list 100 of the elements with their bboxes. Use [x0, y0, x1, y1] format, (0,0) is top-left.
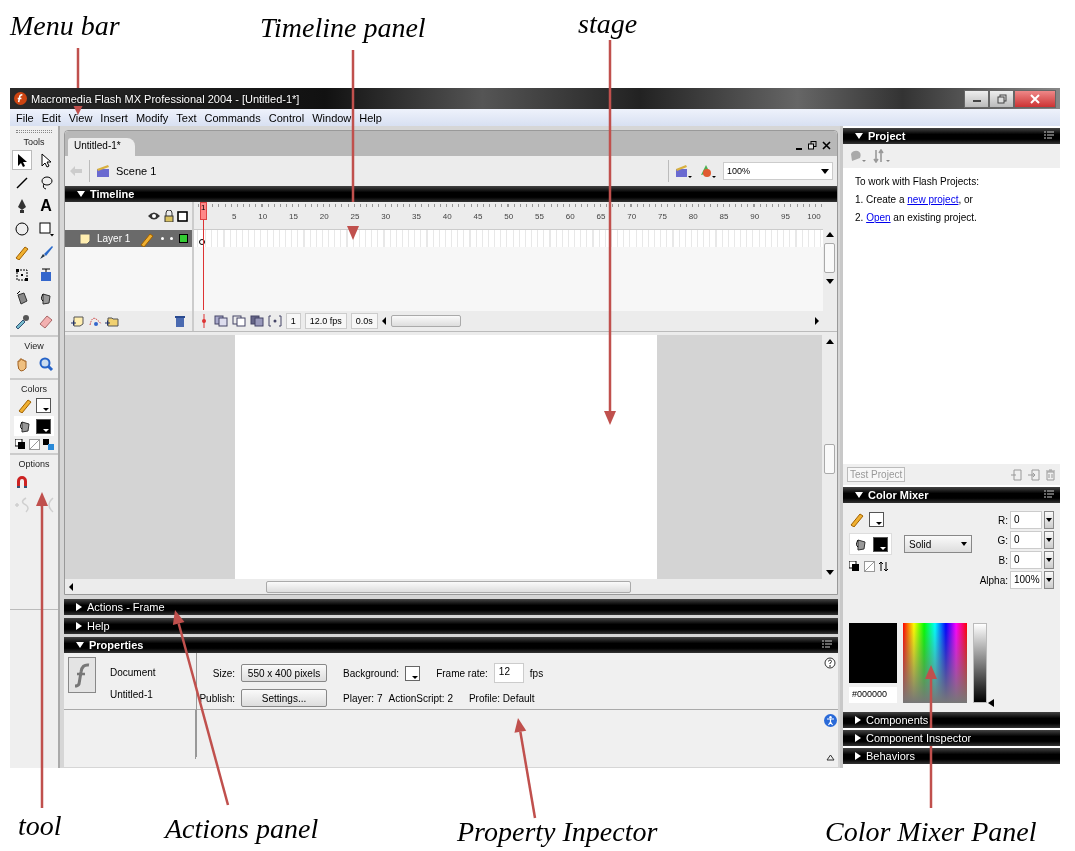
menu-item[interactable]: Help	[355, 111, 386, 124]
dropdown-button[interactable]	[1044, 511, 1054, 529]
no-color-icon[interactable]	[28, 439, 40, 450]
frame-rate-field[interactable]: 12.0 fps	[304, 313, 347, 329]
minimize-button[interactable]	[964, 89, 989, 108]
scroll-up-arrow-icon[interactable]	[825, 339, 834, 344]
scroll-right-arrow-icon[interactable]	[813, 317, 819, 325]
default-colors-icon[interactable]	[849, 561, 860, 572]
vertical-scrollbar[interactable]	[822, 202, 837, 331]
swap-colors-icon[interactable]	[42, 439, 54, 450]
horizontal-scrollbar[interactable]	[381, 314, 819, 328]
panel-header[interactable]: Behaviors	[843, 748, 1060, 764]
help-icon[interactable]	[824, 657, 836, 669]
dropdown-button[interactable]	[1044, 531, 1054, 549]
rectangle-tool[interactable]	[36, 219, 56, 239]
settings-button[interactable]: Settings...	[241, 689, 327, 707]
menu-item[interactable]: Modify	[131, 111, 173, 124]
zoom-icon[interactable]	[38, 356, 54, 372]
onion-skin-outlines-icon[interactable]	[231, 315, 246, 327]
edit-symbol-icon[interactable]	[699, 163, 717, 179]
panel-header[interactable]: Components	[843, 712, 1060, 728]
panel-menu-icon[interactable]	[1044, 490, 1054, 500]
scroll-up-arrow-icon[interactable]	[825, 232, 834, 237]
playhead[interactable]: 1	[199, 202, 207, 220]
document-tab[interactable]: Untitled-1*	[68, 138, 135, 156]
edit-scene-icon[interactable]	[675, 163, 693, 179]
panel-header[interactable]: Color Mixer	[843, 487, 1060, 503]
horizontal-scrollbar[interactable]	[65, 579, 837, 594]
value-input[interactable]: 0	[1010, 511, 1042, 529]
onion-markers-icon[interactable]	[267, 315, 282, 327]
restore-icon[interactable]	[808, 141, 817, 150]
layer-row[interactable]: Layer 1	[65, 230, 192, 247]
menu-item[interactable]: Edit	[37, 111, 65, 124]
profile-label: Profile: Default	[468, 692, 535, 704]
value-input[interactable]: 0	[1010, 531, 1042, 549]
scrollbar-thumb[interactable]	[266, 580, 631, 593]
value-input[interactable]: 0	[1010, 551, 1042, 569]
restore-button[interactable]	[989, 89, 1014, 108]
scroll-down-arrow-icon[interactable]	[825, 570, 834, 575]
panel-header[interactable]: Timeline	[65, 186, 837, 202]
panel-header[interactable]: Project	[843, 128, 1060, 144]
link[interactable]: Open	[866, 212, 891, 223]
vertical-scrollbar[interactable]	[822, 335, 837, 579]
scroll-down-arrow-icon[interactable]	[825, 279, 834, 284]
trash-icon[interactable]	[173, 314, 186, 328]
scroll-left-arrow-icon[interactable]	[69, 582, 74, 591]
fill-type-dropdown[interactable]: Solid	[904, 535, 972, 553]
stroke-color-swatch[interactable]	[869, 511, 884, 527]
outline-square-icon[interactable]	[176, 210, 188, 222]
frame-rate-input[interactable]: 12	[493, 663, 524, 683]
menu-item[interactable]: Insert	[96, 111, 132, 124]
scrollbar-thumb[interactable]	[824, 444, 835, 474]
fill-color-swatch[interactable]	[873, 536, 888, 552]
panel-header[interactable]: Properties	[64, 637, 838, 653]
panel-header[interactable]: Component Inspector	[843, 730, 1060, 746]
panel-menu-icon[interactable]	[1044, 131, 1054, 141]
close-button[interactable]	[1014, 89, 1056, 108]
close-icon[interactable]	[822, 141, 831, 150]
scrollbar-thumb[interactable]	[390, 315, 461, 327]
default-colors-icon[interactable]	[14, 439, 26, 450]
lock-icon[interactable]	[163, 210, 174, 222]
menu-item[interactable]: File	[12, 111, 38, 124]
menu-item[interactable]: View	[64, 111, 97, 124]
hex-input[interactable]: #000000	[849, 687, 897, 703]
panel-menu-icon[interactable]	[822, 640, 832, 650]
no-color-icon[interactable]	[864, 561, 875, 572]
color-spectrum[interactable]	[903, 623, 967, 703]
add-motion-guide-icon[interactable]	[88, 315, 102, 327]
menu-item[interactable]: Commands	[200, 111, 265, 124]
menu-item[interactable]: Window	[308, 111, 356, 124]
background-color-swatch[interactable]	[405, 665, 421, 681]
scrollbar-thumb[interactable]	[824, 243, 836, 273]
stroke-color-swatch[interactable]	[36, 397, 51, 413]
expand-triangle-icon	[855, 752, 861, 760]
zoom-dropdown[interactable]: 100%	[723, 162, 833, 180]
add-folder-icon[interactable]	[105, 315, 119, 327]
onion-skin-icon[interactable]	[213, 315, 228, 327]
outline-color-square-icon[interactable]	[178, 234, 188, 243]
add-layer-icon[interactable]	[71, 315, 85, 327]
scroll-left-arrow-icon[interactable]	[381, 317, 387, 325]
oval-tool[interactable]	[12, 219, 32, 239]
field-label: Frame rate:	[436, 667, 488, 679]
value-input[interactable]: 100%	[1010, 571, 1042, 589]
size-button[interactable]: 550 x 400 pixels	[241, 664, 327, 682]
edit-multiple-frames-icon[interactable]	[249, 315, 264, 327]
arrow-tool[interactable]	[12, 150, 32, 170]
swap-arrows-icon[interactable]	[879, 561, 888, 572]
dropdown-button[interactable]	[1044, 571, 1054, 589]
expand-triangle-icon[interactable]	[825, 754, 835, 761]
hand-icon[interactable]	[14, 356, 30, 372]
eye-icon[interactable]	[146, 211, 161, 221]
menu-item[interactable]: Control	[264, 111, 309, 124]
fill-color-swatch[interactable]	[36, 418, 51, 434]
menu-item[interactable]: Text	[172, 111, 201, 124]
panel-header[interactable]: Actions - Frame	[64, 599, 838, 615]
scene-label[interactable]: Scene 1	[116, 165, 157, 177]
accessibility-icon[interactable]	[823, 714, 837, 727]
frame-number: 80	[688, 212, 698, 221]
panel-header[interactable]: Help	[64, 618, 838, 634]
dropdown-button[interactable]	[1044, 551, 1054, 569]
